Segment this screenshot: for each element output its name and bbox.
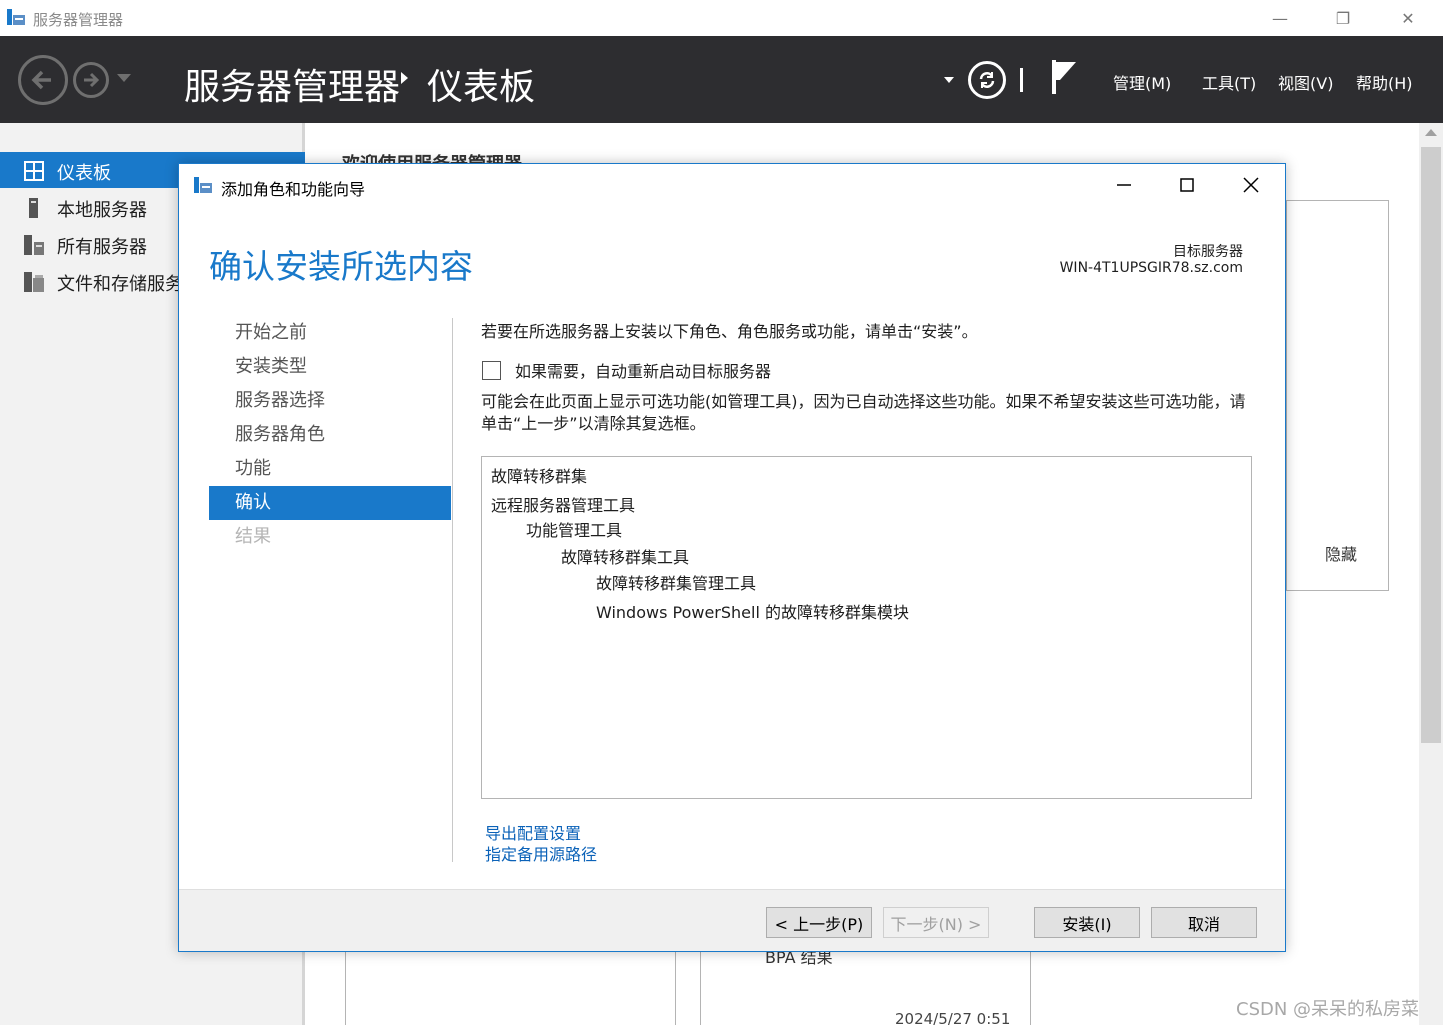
dialog-maximize-button[interactable] bbox=[1164, 170, 1210, 200]
close-icon bbox=[1243, 177, 1259, 193]
maximize-icon bbox=[1180, 178, 1194, 192]
dialog-body: 确认安装所选内容 目标服务器 WIN-4T1UPSGIR78.sz.com 开始… bbox=[179, 206, 1285, 889]
sidebar-item-label: 文件和存储服务 bbox=[57, 274, 183, 295]
target-server-value: WIN-4T1UPSGIR78.sz.com bbox=[1059, 260, 1243, 276]
notifications-flag-icon[interactable] bbox=[1050, 60, 1078, 94]
restart-checkbox-label[interactable]: 如果需要，自动重新启动目标服务器 bbox=[515, 358, 771, 382]
selected-features-list[interactable]: 故障转移群集 远程服务器管理工具 功能管理工具 故障转移群集工具 故障转移群集管… bbox=[481, 456, 1252, 799]
servers-icon bbox=[24, 235, 44, 255]
previous-button[interactable]: < 上一步(P) bbox=[766, 907, 872, 938]
dialog-minimize-button[interactable] bbox=[1101, 170, 1147, 200]
step-server-selection[interactable]: 服务器选择 bbox=[209, 384, 451, 418]
history-dropdown-icon[interactable] bbox=[117, 74, 131, 82]
tile-1 bbox=[345, 950, 676, 1025]
cancel-button[interactable]: 取消 bbox=[1151, 907, 1257, 938]
quick-start-panel bbox=[1286, 200, 1389, 591]
menu-help[interactable]: 帮助(H) bbox=[1356, 70, 1413, 94]
menu-manage[interactable]: 管理(M) bbox=[1113, 70, 1171, 94]
server-manager-icon bbox=[7, 9, 25, 25]
add-roles-features-wizard: 添加角色和功能向导 确认安装所选内容 目标服务器 WIN-4T1UPSGIR78… bbox=[178, 163, 1286, 952]
window-title: 服务器管理器 bbox=[33, 11, 124, 29]
next-button: 下一步(N) > bbox=[883, 907, 989, 938]
forward-button[interactable] bbox=[73, 62, 109, 98]
steps-divider bbox=[452, 318, 453, 862]
install-button[interactable]: 安装(I) bbox=[1034, 907, 1140, 938]
list-item: 故障转移群集工具 bbox=[561, 548, 690, 567]
sidebar-item-label: 所有服务器 bbox=[57, 237, 147, 258]
dialog-title: 添加角色和功能向导 bbox=[221, 180, 366, 199]
sidebar-item-label: 仪表板 bbox=[57, 163, 111, 184]
restore-button[interactable]: ❐ bbox=[1320, 4, 1366, 32]
chevron-down-icon[interactable] bbox=[944, 77, 954, 83]
list-item: 故障转移群集管理工具 bbox=[596, 574, 757, 593]
scroll-up-icon[interactable] bbox=[1425, 129, 1437, 136]
list-item: 功能管理工具 bbox=[526, 521, 623, 540]
close-button[interactable]: ✕ bbox=[1385, 4, 1431, 32]
restart-checkbox[interactable] bbox=[482, 361, 501, 380]
refresh-button[interactable] bbox=[968, 61, 1006, 99]
server-icon bbox=[29, 198, 38, 218]
sidebar-item-label: 本地服务器 bbox=[57, 200, 147, 221]
dialog-footer: < 上一步(P) 下一步(N) > 安装(I) 取消 bbox=[179, 889, 1285, 951]
header-subtitle: 仪表板 bbox=[427, 67, 536, 108]
instruction-text: 若要在所选服务器上安装以下角色、角色服务或功能，请单击“安装”。 bbox=[481, 322, 978, 341]
step-installation-type[interactable]: 安装类型 bbox=[209, 350, 451, 384]
dialog-titlebar: 添加角色和功能向导 bbox=[179, 164, 1285, 206]
menu-tools[interactable]: 工具(T) bbox=[1202, 70, 1256, 94]
step-confirmation[interactable]: 确认 bbox=[209, 486, 451, 520]
menu-view[interactable]: 视图(V) bbox=[1278, 70, 1333, 94]
file-storage-icon bbox=[24, 272, 44, 292]
scrollbar-thumb[interactable] bbox=[1421, 147, 1441, 743]
optional-features-note: 可能会在此页面上显示可选功能(如管理工具)，因为已自动选择这些功能。如果不希望安… bbox=[481, 392, 1246, 433]
breadcrumb-separator-icon bbox=[401, 72, 408, 84]
list-item: 远程服务器管理工具 bbox=[491, 496, 636, 515]
hide-link[interactable]: 隐藏 bbox=[1325, 541, 1357, 565]
app-header: 服务器管理器 仪表板 管理(M) 工具(T) 视图(V) 帮助(H) bbox=[0, 36, 1443, 123]
wizard-steps: 开始之前 安装类型 服务器选择 服务器角色 功能 确认 结果 bbox=[209, 316, 451, 554]
step-server-roles[interactable]: 服务器角色 bbox=[209, 418, 451, 452]
tile-timestamp: 2024/5/27 0:51 bbox=[895, 1010, 1011, 1025]
target-server-label: 目标服务器 bbox=[1173, 244, 1243, 260]
dialog-close-button[interactable] bbox=[1228, 170, 1274, 200]
dashboard-icon bbox=[24, 161, 44, 181]
minimize-icon bbox=[1117, 184, 1131, 186]
list-item: 故障转移群集 bbox=[491, 467, 588, 486]
page-title: 确认安装所选内容 bbox=[209, 247, 473, 286]
header-title: 服务器管理器 bbox=[184, 67, 401, 108]
wizard-icon bbox=[194, 177, 212, 193]
arrow-right-icon bbox=[84, 72, 100, 88]
arrow-left-icon bbox=[31, 70, 51, 90]
toolbar-divider bbox=[1020, 68, 1023, 92]
step-before-you-begin[interactable]: 开始之前 bbox=[209, 316, 451, 350]
alternate-source-link[interactable]: 指定备用源路径 bbox=[485, 841, 597, 865]
step-results: 结果 bbox=[235, 526, 271, 547]
minimize-button[interactable]: — bbox=[1257, 4, 1303, 32]
list-item: Windows PowerShell 的故障转移群集模块 bbox=[596, 603, 910, 622]
watermark: CSDN @呆呆的私房菜 bbox=[1236, 999, 1420, 1020]
refresh-icon bbox=[979, 72, 995, 88]
step-features[interactable]: 功能 bbox=[209, 452, 451, 486]
back-button[interactable] bbox=[18, 55, 68, 105]
window-titlebar: 服务器管理器 — ❐ ✕ bbox=[0, 0, 1443, 36]
vertical-scrollbar[interactable] bbox=[1419, 123, 1443, 1025]
